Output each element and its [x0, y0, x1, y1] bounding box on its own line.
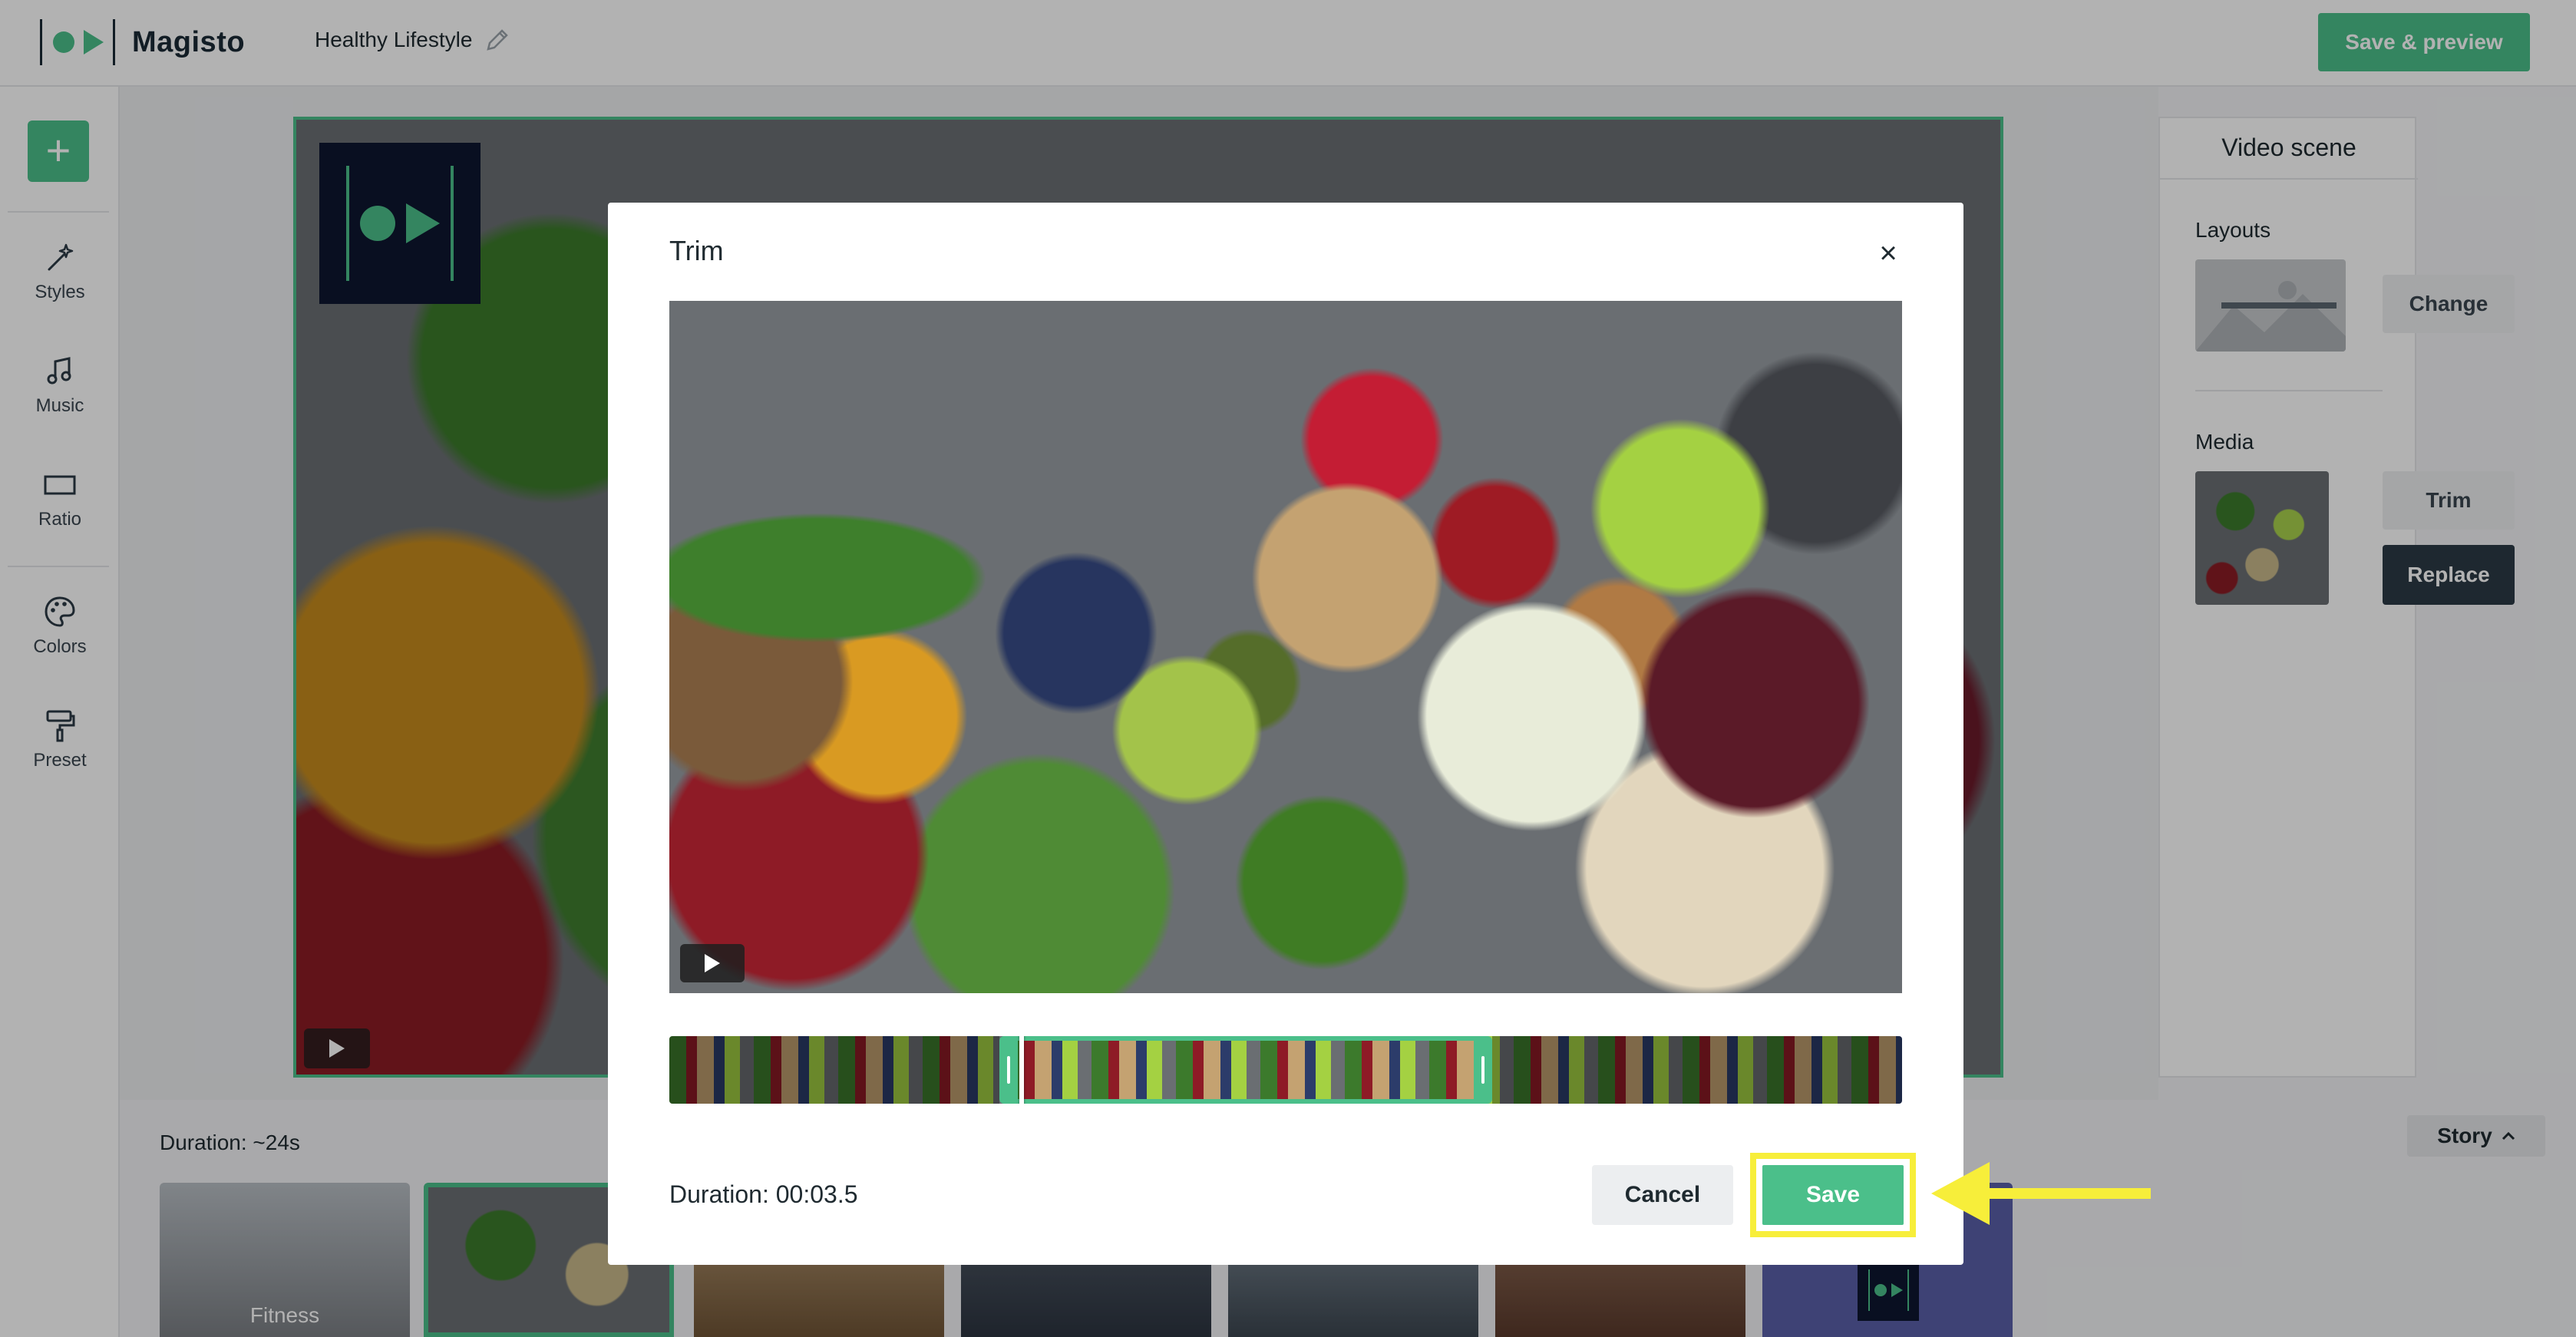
timeline-excluded-end	[1492, 1036, 1902, 1104]
trim-end-handle[interactable]	[1481, 1056, 1485, 1084]
trim-selection-range[interactable]	[999, 1036, 1492, 1104]
play-icon	[705, 954, 720, 972]
annotation-arrow-icon	[1931, 1162, 2151, 1225]
dialog-title: Trim	[669, 235, 724, 266]
trim-video-player[interactable]	[669, 301, 1902, 993]
trim-duration: Duration: 00:03.5	[669, 1180, 858, 1208]
timeline-excluded-start	[669, 1036, 999, 1104]
trim-dialog: Trim × Duration: 00:03.5 Cancel Save	[608, 203, 1963, 1265]
trim-timeline[interactable]	[669, 1036, 1902, 1104]
cancel-button[interactable]: Cancel	[1592, 1165, 1733, 1225]
trim-start-handle[interactable]	[1007, 1056, 1010, 1084]
save-button[interactable]: Save	[1762, 1165, 1904, 1225]
playhead-cursor[interactable]	[1019, 1036, 1024, 1104]
close-icon[interactable]: ×	[1874, 238, 1902, 269]
video-play-button[interactable]	[680, 944, 745, 982]
